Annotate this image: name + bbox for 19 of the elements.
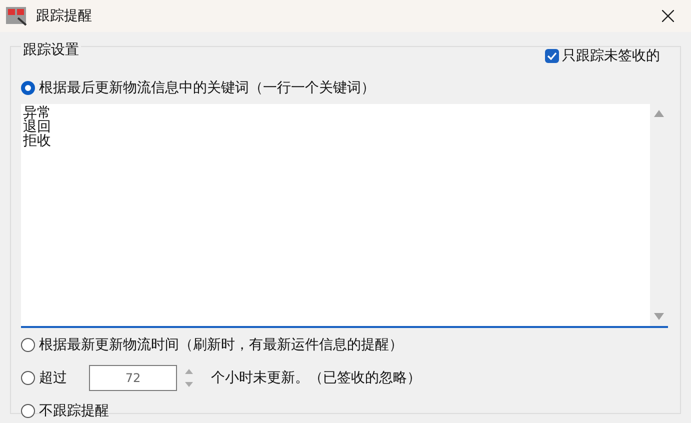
checkbox-label: 只跟踪未签收的: [562, 47, 660, 65]
keywords-field[interactable]: 异常 退回 拒收: [21, 104, 668, 328]
keyword-line: 退回: [23, 120, 51, 134]
keyword-line: 异常: [23, 106, 51, 120]
option-label: 根据最后更新物流信息中的关键词（一行一个关键词）: [39, 78, 375, 96]
radio-button[interactable]: [21, 80, 35, 94]
radio-button[interactable]: [21, 404, 35, 418]
checkbox[interactable]: [545, 49, 559, 63]
keyword-line: 拒收: [23, 134, 51, 148]
option-label: 超过: [39, 368, 67, 386]
app-icon: [6, 6, 28, 26]
radio-button[interactable]: [21, 370, 35, 384]
radio-button[interactable]: [21, 338, 35, 352]
group-title: 跟踪设置: [21, 41, 81, 59]
option-label: 不跟踪提醒: [39, 402, 109, 420]
hours-field[interactable]: 72: [89, 364, 177, 390]
option-suffix: 个小时未更新。（已签收的忽略）: [211, 368, 421, 386]
option-label: 根据最新更新物流时间（刷新时，有最新运件信息的提醒）: [39, 336, 403, 354]
window-title: 跟踪提醒: [36, 7, 93, 25]
